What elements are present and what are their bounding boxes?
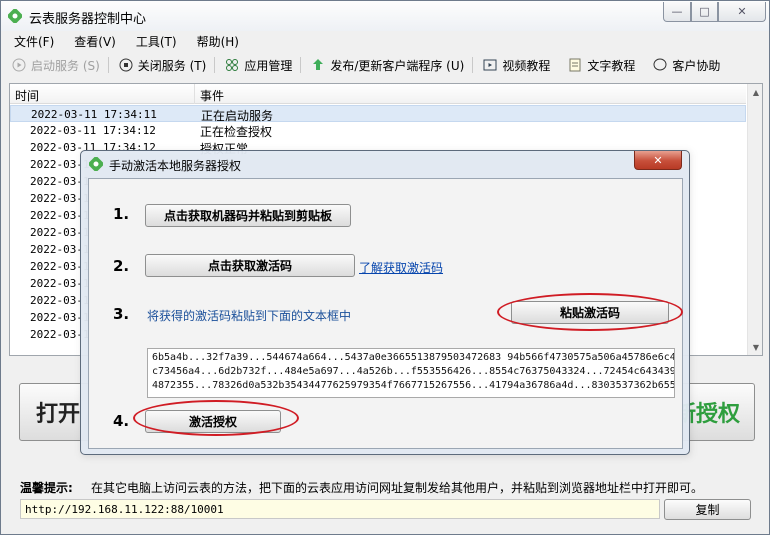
text-tutorial-button[interactable]: 文字教程 bbox=[568, 57, 635, 74]
app-manage-label: 应用管理 bbox=[244, 58, 293, 73]
list-header: 时间 事件 bbox=[10, 84, 746, 104]
video-icon bbox=[483, 58, 497, 72]
menu-view[interactable]: 查看(V) bbox=[62, 33, 124, 50]
scroll-down-icon[interactable]: ▼ bbox=[748, 339, 762, 355]
start-service-button[interactable]: 启动服务 (S) bbox=[12, 57, 100, 74]
app-logo-icon bbox=[8, 9, 22, 23]
copy-button[interactable]: 复制 bbox=[664, 499, 751, 520]
document-icon bbox=[568, 58, 582, 72]
customer-help-button[interactable]: 客户协助 bbox=[653, 57, 720, 74]
tip-label: 温馨提示: bbox=[20, 481, 73, 495]
start-service-label: 启动服务 (S) bbox=[31, 58, 100, 73]
video-tutorial-button[interactable]: 视频教程 bbox=[483, 57, 550, 74]
highlight-ring-paste bbox=[497, 293, 683, 331]
title-bar: 云表服务器控制中心 — □ ✕ bbox=[1, 1, 769, 31]
toolbar-separator bbox=[107, 57, 109, 73]
step-1-number: 1. bbox=[113, 205, 130, 223]
activation-code-line: c73456a4...6d2b732f...484e5a697...4a526b… bbox=[152, 366, 675, 377]
highlight-ring-activate bbox=[133, 400, 299, 436]
app-logo-icon bbox=[89, 157, 103, 171]
grid-icon bbox=[225, 58, 239, 72]
activation-code-line: 4872355...78326d0a532b35434477625979354f… bbox=[152, 380, 675, 391]
chat-bubble-icon bbox=[653, 58, 667, 72]
play-icon bbox=[12, 58, 26, 72]
stop-service-button[interactable]: 关闭服务 (T) bbox=[119, 57, 207, 74]
stop-icon bbox=[119, 58, 133, 72]
learn-activation-code-link[interactable]: 了解获取激活码 bbox=[359, 259, 443, 276]
column-divider[interactable] bbox=[194, 84, 195, 104]
get-activation-code-button[interactable]: 点击获取激活码 bbox=[145, 254, 355, 277]
vertical-scrollbar[interactable]: ▲ ▼ bbox=[747, 84, 762, 355]
table-row[interactable]: 2022-03-11 17:34:12 正在检查授权 bbox=[10, 122, 746, 139]
access-url-field[interactable] bbox=[20, 499, 660, 519]
video-tutorial-label: 视频教程 bbox=[502, 58, 551, 73]
customer-help-label: 客户协助 bbox=[672, 58, 721, 73]
menu-file[interactable]: 文件(F) bbox=[2, 33, 62, 50]
activation-code-textarea[interactable]: 6b5a4b...32f7a39...544674a664...5437a0e3… bbox=[147, 348, 675, 398]
menu-tools[interactable]: 工具(T) bbox=[124, 33, 185, 50]
step-4-number: 4. bbox=[113, 412, 130, 430]
row-event: 正在检查授权 bbox=[200, 125, 273, 139]
dialog-title: 手动激活本地服务器授权 bbox=[109, 159, 242, 173]
row-time: 2022-03-11 17:34:12 bbox=[30, 124, 156, 137]
step-3-number: 3. bbox=[113, 305, 130, 323]
app-manage-button[interactable]: 应用管理 bbox=[225, 57, 292, 74]
menu-help[interactable]: 帮助(H) bbox=[185, 33, 247, 50]
close-button[interactable]: ✕ bbox=[718, 2, 766, 22]
step-3-instruction: 将获得的激活码粘贴到下面的文本框中 bbox=[147, 309, 352, 323]
toolbar-separator bbox=[472, 57, 474, 73]
publish-client-button[interactable]: 发布/更新客户端程序 (U) bbox=[311, 57, 464, 74]
column-header-time[interactable]: 时间 bbox=[15, 87, 39, 104]
toolbar-separator bbox=[214, 57, 216, 73]
get-machine-code-button[interactable]: 点击获取机器码并粘贴到剪贴板 bbox=[145, 204, 351, 227]
tip-text: 在其它电脑上访问云表的方法，把下面的云表应用访问网址复制发给其他用户，并粘贴到浏… bbox=[91, 481, 704, 495]
stop-service-label: 关闭服务 (T) bbox=[137, 58, 207, 73]
scroll-up-icon[interactable]: ▲ bbox=[748, 84, 762, 100]
minimize-button[interactable]: — bbox=[663, 2, 691, 22]
row-time: 2022-03-11 17:34:11 bbox=[31, 108, 157, 121]
window-title: 云表服务器控制中心 bbox=[29, 12, 147, 27]
maximize-button[interactable]: □ bbox=[691, 2, 718, 22]
publish-client-label: 发布/更新客户端程序 (U) bbox=[330, 58, 465, 73]
text-tutorial-label: 文字教程 bbox=[587, 58, 636, 73]
activation-code-line: 6b5a4b...32f7a39...544674a664...5437a0e3… bbox=[152, 352, 675, 363]
toolbar: 启动服务 (S) 关闭服务 (T) 应用管理 发布/更新客户端程序 (U) 视频… bbox=[2, 53, 768, 77]
menu-bar: 文件(F) 查看(V) 工具(T) 帮助(H) bbox=[2, 31, 768, 51]
step-2-number: 2. bbox=[113, 257, 130, 275]
upload-arrow-icon bbox=[311, 58, 325, 72]
toolbar-separator bbox=[300, 57, 302, 73]
column-header-event[interactable]: 事件 bbox=[200, 87, 224, 104]
dialog-close-button[interactable]: ✕ bbox=[634, 151, 682, 170]
table-row[interactable]: 2022-03-11 17:34:11 正在启动服务 bbox=[10, 105, 746, 123]
